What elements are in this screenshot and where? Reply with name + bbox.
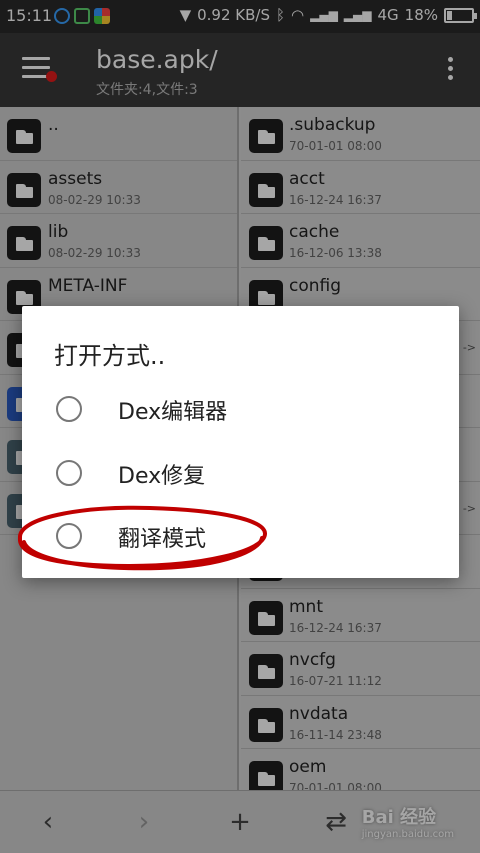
- option-dex-repair[interactable]: Dex修复: [22, 442, 459, 504]
- option-dex-editor[interactable]: Dex编辑器: [22, 378, 459, 440]
- radio-button[interactable]: [56, 396, 82, 422]
- red-annotation-ellipse: [18, 505, 267, 571]
- dialog-title: 打开方式..: [54, 342, 166, 370]
- option-label: Dex编辑器: [118, 400, 228, 425]
- radio-button[interactable]: [56, 460, 82, 486]
- option-label: Dex修复: [118, 464, 206, 489]
